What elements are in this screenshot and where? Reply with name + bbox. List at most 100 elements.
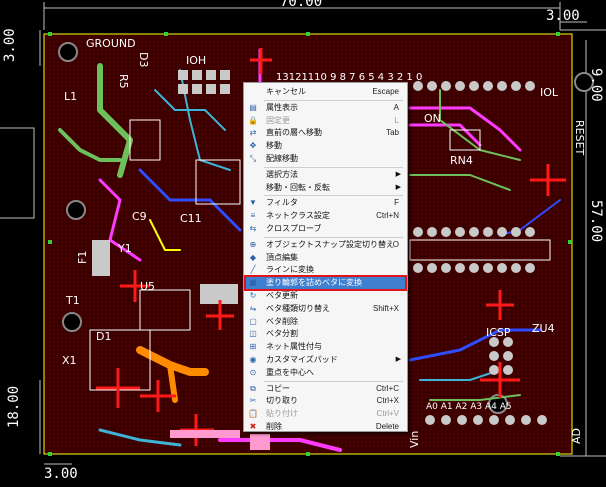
menu-item-blank[interactable]: 移動・回転・反転 ▶ <box>246 182 405 194</box>
menu-item-label: ベタ分割 <box>266 329 298 339</box>
label-c9: C9 <box>132 210 147 223</box>
menu-item-shortcut: Shift+X <box>372 303 399 313</box>
menu-item-plane-refresh[interactable]: ↻ ベタ更新 <box>246 290 405 302</box>
menu-item-label: 切り取り <box>266 396 298 406</box>
menu-separator <box>264 195 403 197</box>
menu-separator <box>264 236 403 238</box>
menu-item-shortcut: F <box>394 198 399 208</box>
menu-item-shortcut: O <box>392 239 399 249</box>
menu-item-label: ネットクラス設定 <box>266 211 330 221</box>
menu-item-shortcut: L <box>394 115 399 125</box>
menu-item-shortcut: Delete <box>375 422 399 431</box>
menu-item-label: キャンセル <box>266 87 306 96</box>
dimension-bottom-left: 3.00 <box>44 466 78 482</box>
menu-item-blank[interactable]: 選択方法 ▶ <box>246 169 405 181</box>
menu-item-move[interactable]: ✥ 移動 <box>246 140 405 152</box>
menu-item-net-attr[interactable]: ⊞ ネット属性付与 <box>246 341 405 353</box>
menu-item-label: カスタマイズパッド <box>266 355 338 364</box>
menu-item-crossprobe[interactable]: ⇆ クロスプローブ <box>246 223 405 235</box>
paste-icon: 📋 <box>248 409 258 419</box>
label-a-pins: A0 A1 A2 A3 A4 A5 <box>426 402 512 412</box>
label-u5: U5 <box>140 280 156 293</box>
menu-item-plane-split[interactable]: ◫ ベタ分割 <box>246 328 405 340</box>
net-attr-icon: ⊞ <box>249 342 257 352</box>
menu-item-label: 塗り輪郭を詰めベタに変換 <box>266 278 362 288</box>
menu-item-label: ベタ種類切り替え <box>266 303 330 313</box>
menu-item-properties[interactable]: ▤ 属性表示 A <box>246 102 405 114</box>
menu-item-shortcut: Escape <box>372 87 399 96</box>
label-iol: IOL <box>540 86 559 99</box>
menu-item-label: 頂点編集 <box>266 252 298 262</box>
submenu-arrow-icon: ▶ <box>395 183 401 191</box>
label-ground: GROUND <box>86 37 136 50</box>
pad-icon: ◉ <box>249 355 257 364</box>
menu-item-label: 重点を中心へ <box>266 367 314 377</box>
label-reset: RESET <box>573 120 586 156</box>
menu-item-pad[interactable]: ◉ カスタマイズパッド ▶ <box>246 354 405 366</box>
menu-item-filter[interactable]: ▼ フィルタ F <box>246 197 405 209</box>
plane-split-icon: ◫ <box>249 329 257 339</box>
menu-item-label: 配線移動 <box>266 154 298 163</box>
menu-item-copy[interactable]: ⧉ コピー Ctrl+C <box>246 383 405 395</box>
menu-item-center[interactable]: ⊙ 重点を中心へ <box>246 367 405 379</box>
blank-icon <box>248 183 258 193</box>
menu-item-fill[interactable]: ▦ 塗り輪郭を詰めベタに変換 <box>244 275 407 292</box>
label-d3: D3 <box>137 52 150 68</box>
menu-item-plane-type[interactable]: ⇋ ベタ種類切り替え Shift+X <box>246 303 405 315</box>
menu-item-label: クロスプローブ <box>266 224 322 233</box>
menu-item-label: 選択方法 <box>266 169 298 179</box>
label-c11: C11 <box>180 212 202 225</box>
context-menu: キャンセル Escape ▤ 属性表示 A 🔒 固定更 L ⇄ 直前の層へ移動 Tab ✥ 移動 ⤡ 配線移… <box>243 82 408 432</box>
menu-item-netclass[interactable]: ≡ ネットクラス設定 Ctrl+N <box>246 210 405 222</box>
copy-icon: ⧉ <box>250 383 256 393</box>
menu-item-vertex[interactable]: ◆ 頂点編集 <box>246 252 405 264</box>
move-icon: ✥ <box>249 141 257 151</box>
label-zu4: ZU4 <box>532 322 555 335</box>
menu-item-label: ネット属性付与 <box>266 342 322 352</box>
menu-item-label: フィルタ <box>266 198 298 208</box>
menu-item-label: 属性表示 <box>266 102 298 112</box>
menu-item-label: ラインに変換 <box>266 265 314 275</box>
layer-icon: ⇄ <box>249 128 257 138</box>
cut-icon: ✂ <box>249 396 257 406</box>
menu-item-plane-delete[interactable]: ▢ ベタ削除 <box>246 316 405 328</box>
menu-item-layer[interactable]: ⇄ 直前の層へ移動 Tab <box>246 127 405 139</box>
snap-icon: ⊕ <box>249 239 257 249</box>
label-y1: Y1 <box>118 242 132 255</box>
delete-icon: ✖ <box>249 422 257 431</box>
menu-separator <box>264 166 403 168</box>
menu-item-delete[interactable]: ✖ 削除 Delete <box>246 421 405 433</box>
menu-item-shortcut: Ctrl+C <box>376 383 399 393</box>
label-ioh: IOH <box>186 54 207 67</box>
menu-item-shortcut: Tab <box>386 128 399 138</box>
menu-item-label: 直前の層へ移動 <box>266 128 322 138</box>
menu-item-cut[interactable]: ✂ 切り取り Ctrl+X <box>246 395 405 407</box>
menu-item-label: オブジェクトスナップ設定切り替え <box>266 239 394 249</box>
label-vin: Vin <box>408 430 421 448</box>
line-icon: ╱ <box>250 265 256 275</box>
blank-icon <box>248 170 258 180</box>
menu-item-paste: 📋 貼り付け Ctrl+V <box>246 408 405 420</box>
plane-delete-icon: ▢ <box>249 316 257 326</box>
label-rn4: RN4 <box>450 154 473 167</box>
lock-icon: 🔒 <box>248 115 258 125</box>
label-on: ON <box>424 112 441 125</box>
label-t1: T1 <box>66 294 80 307</box>
menu-item-label: 移動・回転・反転 <box>266 182 330 192</box>
route-move-icon: ⤡ <box>249 154 257 163</box>
menu-item-label: 固定更 <box>266 115 290 125</box>
dimension-right-mid: 9.00 <box>588 68 604 102</box>
plane-type-icon: ⇋ <box>249 303 257 313</box>
menu-item-line[interactable]: ╱ ラインに変換 <box>246 264 405 276</box>
menu-separator <box>264 99 403 101</box>
menu-item-route-move[interactable]: ⤡ 配線移動 <box>246 153 405 165</box>
menu-separator <box>264 380 403 382</box>
menu-item-lock: 🔒 固定更 L <box>246 115 405 127</box>
menu-item-snap[interactable]: ⊕ オブジェクトスナップ設定切り替え O <box>246 239 405 251</box>
menu-item-label: 削除 <box>266 422 282 431</box>
menu-item-label: 移動 <box>266 141 282 151</box>
label-r5: R5 <box>117 74 130 89</box>
label-ad: AD <box>570 428 583 444</box>
menu-item-blank[interactable]: キャンセル Escape <box>246 86 405 98</box>
menu-item-shortcut: Ctrl+X <box>376 396 399 406</box>
